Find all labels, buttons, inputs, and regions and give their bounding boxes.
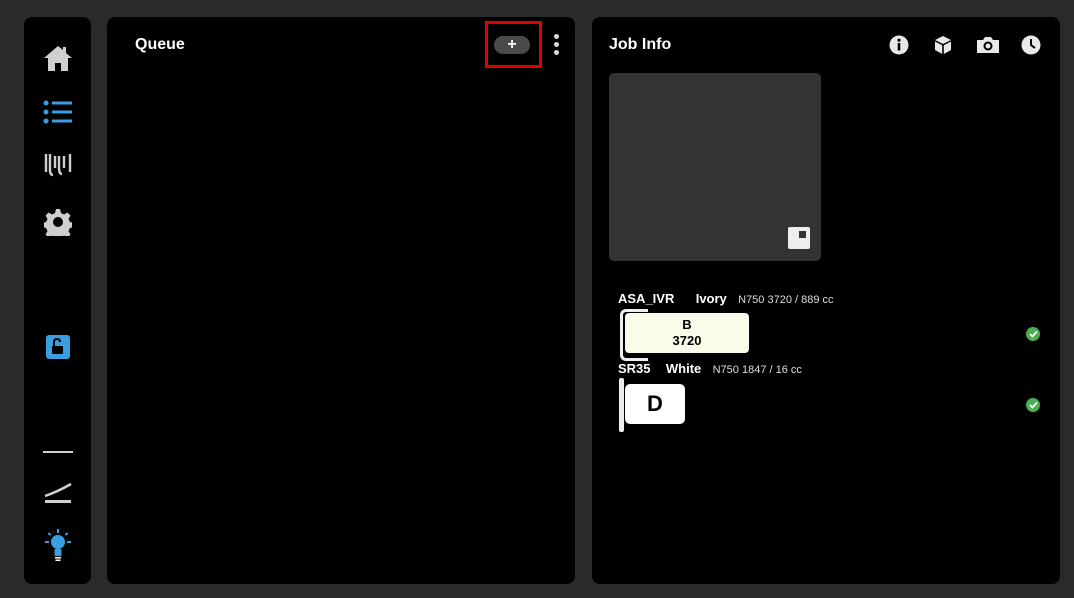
- job-info-panel: Job Info ASA_IVR Ivory N750 3720 / 889 c…: [592, 17, 1060, 584]
- material-info: N750 3720 / 889 cc: [738, 294, 834, 306]
- spool-letter: B: [682, 317, 692, 332]
- spool-d-badge[interactable]: D: [625, 384, 685, 424]
- check-icon: [1026, 398, 1040, 412]
- filament-icon[interactable]: [24, 151, 91, 179]
- add-job-button[interactable]: +: [494, 36, 530, 54]
- expand-icon[interactable]: [788, 227, 810, 249]
- gear-icon[interactable]: [24, 207, 91, 237]
- check-icon: [1026, 327, 1040, 341]
- material-info: N750 1847 / 16 cc: [712, 364, 802, 376]
- more-options-icon[interactable]: [552, 34, 560, 58]
- job-thumbnail: [609, 73, 821, 261]
- spool-b-badge[interactable]: B 3720: [625, 313, 749, 353]
- spool-number: 3720: [672, 333, 702, 348]
- home-icon[interactable]: [24, 43, 91, 73]
- material-color: Ivory: [695, 291, 727, 306]
- material-row: ASA_IVR Ivory N750 3720 / 889 cc: [618, 291, 834, 306]
- queue-title: Queue: [135, 36, 185, 53]
- clock-icon[interactable]: [1021, 35, 1041, 55]
- lightbulb-icon[interactable]: [24, 527, 91, 563]
- material-name: SR35: [618, 361, 651, 376]
- material-name: ASA_IVR: [618, 291, 675, 306]
- unlock-icon[interactable]: [24, 332, 91, 362]
- cube-icon[interactable]: [933, 35, 953, 55]
- material-row: SR35 White N750 1847 / 16 cc: [618, 361, 802, 376]
- sidebar: [24, 17, 91, 584]
- info-icon[interactable]: [889, 35, 909, 55]
- camera-icon[interactable]: [976, 35, 999, 55]
- job-info-title: Job Info: [609, 36, 672, 53]
- add-button-highlight: +: [485, 21, 542, 68]
- queue-panel: Queue +: [107, 17, 575, 584]
- build-plate-icon[interactable]: [24, 478, 91, 506]
- material-color: White: [665, 361, 702, 376]
- line-icon[interactable]: [24, 447, 91, 457]
- list-icon[interactable]: [24, 99, 91, 125]
- spool-bracket: [619, 378, 624, 432]
